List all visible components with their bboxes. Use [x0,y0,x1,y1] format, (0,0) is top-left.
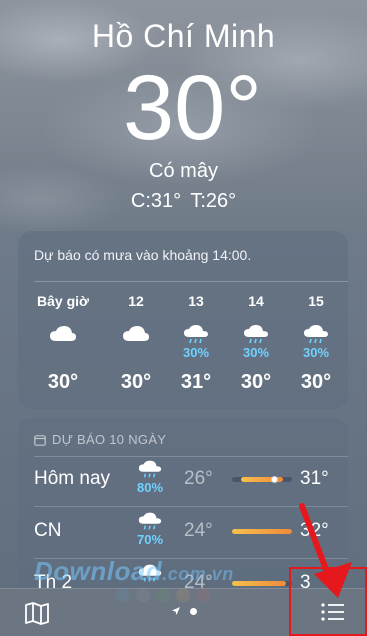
city-name: Hồ Chí Minh [91,18,276,54]
precipitation-chance: 30% [302,345,330,360]
watermark-text: Download [34,556,163,586]
hour-label: 13 [188,293,204,309]
red-arrow-icon [299,503,352,598]
temperature-range-bar [232,476,292,483]
hour-temperature: 30° [240,371,272,393]
page-dot [189,607,197,615]
calendar-icon [34,434,46,446]
low-temperature: 24° [184,520,213,541]
weather-condition: Có mây [149,160,218,182]
high-low-temperature: C:31° T:26° [130,190,237,212]
divider [34,281,348,282]
day-name: CN [34,520,62,541]
current-temperature: 30° [122,57,263,159]
hour-temperature: 31° [180,371,212,393]
precipitation-chance: 70% [136,532,164,547]
high-temperature: 31° [300,468,329,489]
forecast-summary: Dự báo có mưa vào khoảng 14:00. [34,247,252,263]
day-row[interactable]: Hôm nay 80% 26° 31° [18,456,348,504]
cloud-icon [34,323,92,361]
hour-item: 13 30% 31° [167,293,225,393]
ten-day-header: DỰ BÁO 10 NGÀY [34,432,166,447]
temperature-range-fill [232,581,286,586]
hour-temperature: 30° [300,371,332,393]
day-name: Hôm nay [34,468,111,489]
current-temperature-marker [271,476,278,483]
hourly-forecast-card[interactable]: Dự báo có mưa vào khoảng 14:00. Bây giờ … [18,231,348,409]
cloud-icon [107,323,165,361]
precipitation-chance: 30% [242,345,270,360]
cloud-rain-icon: 30% [167,323,225,361]
hour-label: 14 [248,293,264,309]
hour-label: 15 [308,293,324,309]
low-temperature: 26° [184,468,213,489]
cloud-rain-icon: 70% [130,510,170,547]
hour-item: 12 30° [107,293,165,393]
hour-label: 12 [128,293,144,309]
precipitation-chance: 80% [136,480,164,495]
watermark-suffix: .com.vn [162,564,234,584]
watermark-logo: Download.com.vn [34,556,234,587]
location-arrow-icon [171,607,180,615]
hour-temperature: 30° [120,371,152,393]
hour-item: 15 30% 30° [287,293,345,393]
ten-day-title: DỰ BÁO 10 NGÀY [52,432,167,447]
hour-item: 14 30% 30° [227,293,285,393]
cloud-rain-icon: 30% [227,323,285,361]
cloud-rain-icon: 80% [130,458,170,495]
hour-temperature: 30° [47,371,79,393]
cloud-rain-icon: 30% [287,323,345,361]
precipitation-chance: 30% [182,345,210,360]
hour-item: Bây giờ 30° [34,293,92,393]
hour-label: Bây giờ [37,293,89,309]
